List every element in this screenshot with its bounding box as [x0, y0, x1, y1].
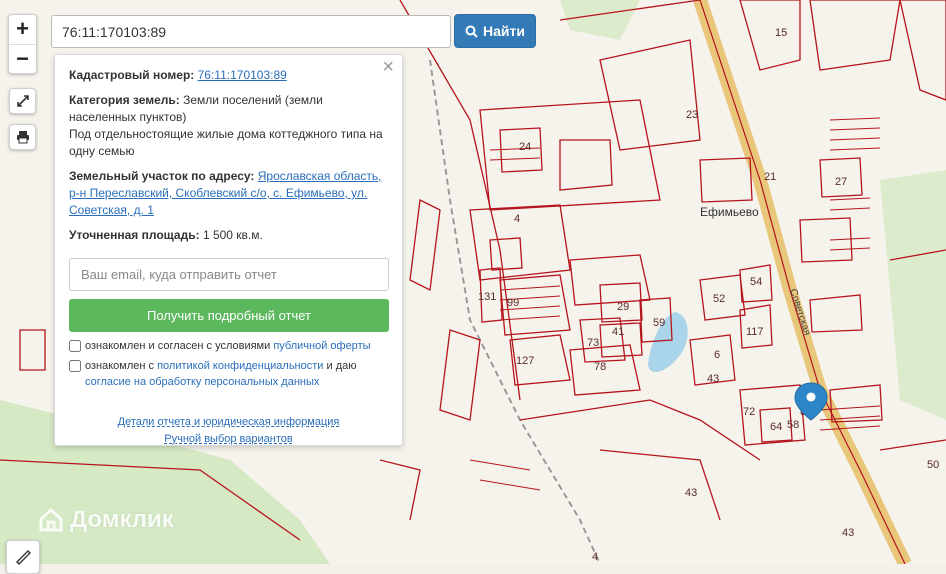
domclick-watermark: Домклик	[38, 506, 174, 534]
search-button-label: Найти	[483, 23, 525, 39]
plot-label: 29	[617, 301, 629, 313]
plot-label: 21	[764, 171, 776, 183]
panel-footer-links: Детали отчета и юридическая информация Р…	[69, 414, 388, 448]
email-input[interactable]	[69, 258, 389, 291]
area-row: Уточненная площадь: 1 500 кв.м.	[69, 227, 388, 244]
zoom-in-button[interactable]: +	[9, 15, 36, 44]
privacy-checkbox[interactable]	[69, 360, 81, 372]
offer-consent-text: ознакомлен и согласен с условиями	[85, 340, 271, 352]
zoom-out-button[interactable]: −	[9, 43, 36, 74]
cadastral-row: Кадастровый номер: 76:11:170103:89	[69, 67, 388, 84]
zoom-control: + −	[8, 14, 37, 74]
plot-label: 43	[685, 487, 697, 499]
privacy-consent-mid: и даю	[326, 360, 357, 372]
printer-icon	[16, 131, 29, 144]
village-label: Ефимьево	[700, 205, 759, 219]
cadastral-number-link[interactable]: 76:11:170103:89	[198, 68, 287, 82]
plot-label: 117	[746, 326, 764, 338]
category-detail: Под отдельностоящие жилые дома коттеджно…	[69, 127, 383, 158]
area-label: Уточненная площадь:	[69, 228, 200, 242]
cadastral-search-input[interactable]	[51, 15, 451, 48]
privacy-consent: ознакомлен с политикой конфиденциальност…	[69, 358, 388, 390]
plot-label: 72	[743, 406, 755, 418]
manual-selection-link[interactable]: Ручной выбор вариантов	[164, 433, 292, 445]
fullscreen-button[interactable]	[9, 88, 36, 114]
ruler-button[interactable]	[6, 540, 40, 574]
address-label: Земельный участок по адресу:	[69, 169, 255, 183]
plot-label: 99	[507, 297, 519, 309]
plot-label: 27	[835, 176, 847, 188]
plot-label: 54	[750, 276, 762, 288]
address-row: Земельный участок по адресу: Ярославская…	[69, 168, 388, 219]
plot-label: 64	[770, 421, 782, 433]
offer-checkbox[interactable]	[69, 340, 81, 352]
expand-icon	[16, 95, 29, 107]
area-value: 1 500 кв.м.	[202, 228, 263, 242]
plot-label: 43	[707, 373, 719, 385]
plot-label: 6	[714, 349, 720, 361]
plot-label: 15	[775, 27, 787, 39]
offer-link[interactable]: публичной оферты	[273, 340, 370, 352]
print-button[interactable]	[9, 124, 36, 150]
plot-label: 24	[519, 141, 531, 153]
privacy-policy-link[interactable]: политикой конфиденциальности	[157, 360, 323, 372]
plot-label: 50	[927, 459, 939, 471]
close-icon[interactable]: ×	[382, 57, 394, 77]
plot-label: 41	[612, 326, 624, 338]
parcel-info-panel: × Кадастровый номер: 76:11:170103:89 Кат…	[54, 54, 403, 446]
plot-label: 78	[594, 361, 606, 373]
watermark-text: Домклик	[70, 506, 174, 533]
plot-label: 23	[686, 109, 698, 121]
plot-label: 58	[787, 419, 799, 431]
plot-label: 131	[478, 291, 496, 303]
ruler-icon	[16, 550, 31, 565]
category-row: Категория земель: Земли поселений (земли…	[69, 92, 388, 160]
get-report-button[interactable]: Получить подробный отчет	[69, 299, 389, 332]
plot-label: 52	[713, 293, 725, 305]
offer-consent: ознакомлен и согласен с условиями публич…	[69, 338, 388, 354]
house-logo-icon	[39, 507, 63, 532]
search-icon	[465, 25, 478, 38]
plot-label: 73	[587, 337, 599, 349]
report-details-link[interactable]: Детали отчета и юридическая информация	[118, 416, 340, 428]
data-processing-link[interactable]: согласие на обработку персональных данны…	[85, 376, 319, 388]
search-button[interactable]: Найти	[454, 14, 536, 48]
plot-label: 43	[842, 527, 854, 539]
privacy-consent-text: ознакомлен с	[85, 360, 155, 372]
plot-label: 4	[514, 213, 520, 225]
plot-label: 59	[653, 317, 665, 329]
cadastral-label: Кадастровый номер:	[69, 68, 195, 82]
category-label: Категория земель:	[69, 93, 180, 107]
plot-label: 4	[592, 551, 598, 563]
plot-label: 127	[516, 355, 534, 367]
